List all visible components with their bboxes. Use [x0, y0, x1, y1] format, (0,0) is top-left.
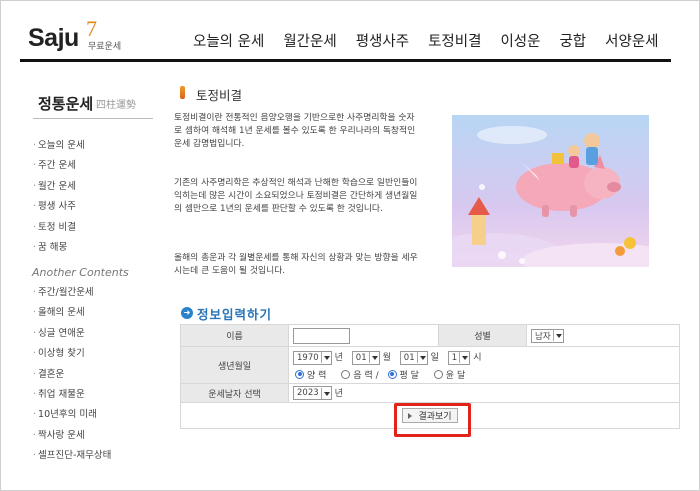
header-divider [20, 59, 671, 62]
solar-radio[interactable] [295, 369, 304, 379]
fortune-year-select[interactable]: 2023 [293, 386, 332, 401]
birth-year-value: 1970 [297, 352, 319, 363]
day-unit: 일 [430, 353, 439, 363]
nav-item-romance[interactable]: 이성운 [500, 30, 540, 51]
sidebar-item-single-love[interactable]: 싱글 연애운 [33, 324, 173, 344]
name-input[interactable] [293, 327, 350, 344]
sidebar-section-title: Another Contents [32, 266, 129, 279]
sidebar-divider [33, 118, 153, 119]
gender-select-value: 남자 [535, 331, 551, 342]
month-unit: 월 [382, 353, 391, 363]
chevron-down-icon [552, 330, 562, 341]
sidebar-item-career-wealth[interactable]: 취업 재물운 [33, 385, 173, 405]
birth-month-value: 01 [355, 352, 367, 363]
birth-hour-value: 1 [451, 352, 458, 363]
chevron-down-icon [368, 352, 378, 363]
nav-item-today[interactable]: 오늘의 운세 [193, 30, 264, 51]
sidebar-menu: 오늘의 운세 주간 운세 월간 운세 평생 사주 토정 비결 꿈 해몽 [33, 136, 163, 258]
intro-paragraph-3: 올해의 총운과 각 월별운세를 통해 자신의 상황과 맞는 방향을 세우시는데 … [174, 253, 418, 276]
sidebar-title: 정통운세 [38, 95, 94, 113]
sidebar-item-ideal-type[interactable]: 이상형 찾기 [33, 344, 173, 364]
solar-label: 양 력 [307, 370, 327, 381]
fortune-year-unit: 년 [334, 388, 343, 399]
lunar-radio[interactable] [341, 369, 351, 379]
main-nav: 오늘의 운세 월간운세 평생사주 토정비결 이성운 궁합 서양운세 [193, 30, 678, 51]
sidebar-item-today[interactable]: 오늘의 운세 [33, 136, 163, 156]
birth-hour-select[interactable]: 1 [447, 350, 471, 365]
lunar-label: 음 력 / [353, 370, 379, 381]
flying-pig-illustration [452, 115, 649, 267]
gender-label: 성별 [438, 324, 527, 347]
logo-subtitle: 무료운세 [88, 42, 122, 52]
nav-item-monthly[interactable]: 월간운세 [283, 30, 336, 51]
form-title-arrow-icon: ➜ [181, 307, 193, 319]
gender-select[interactable]: 남자 [531, 328, 564, 343]
sidebar-item-ten-years[interactable]: 10년후의 미래 [33, 405, 173, 425]
nav-item-lifetime[interactable]: 평생사주 [356, 30, 409, 51]
nav-item-compatibility[interactable]: 궁합 [559, 30, 586, 51]
sidebar-item-crush[interactable]: 짝사랑 운세 [33, 426, 173, 446]
sidebar-item-self-check[interactable]: 셀프진단-재무상태 [33, 446, 173, 466]
sidebar-item-tojeong[interactable]: 토정 비결 [33, 218, 163, 238]
form-title: 정보입력하기 [197, 307, 273, 322]
fortune-year-label: 운세날자 선택 [180, 383, 289, 403]
year-unit: 년 [334, 353, 343, 363]
birth-label: 생년월일 [180, 346, 289, 384]
nav-item-tojeong[interactable]: 토정비결 [428, 30, 481, 51]
chevron-down-icon [416, 352, 426, 363]
chevron-down-icon [459, 352, 469, 363]
birth-month-select[interactable]: 01 [351, 350, 380, 365]
nav-item-western[interactable]: 서양운세 [605, 30, 658, 51]
birth-day-select[interactable]: 01 [399, 350, 428, 365]
intro-paragraph-2: 기존의 사주명리학은 추상적인 해석과 난해한 학습으로 일반인들이 익히는데 … [174, 178, 418, 214]
sidebar-item-monthly[interactable]: 월간 운세 [33, 177, 163, 197]
fortune-year-value: 2023 [297, 388, 319, 399]
sidebar-item-weekly-monthly[interactable]: 주간/월간운세 [33, 283, 173, 303]
name-label: 이름 [180, 324, 289, 347]
birth-year-select[interactable]: 1970 [293, 350, 332, 365]
leap-month-radio[interactable] [433, 369, 443, 379]
intro-paragraph-1: 토정비결이란 전통적인 음양오행을 기반으로한 사주명리학을 숫자로 셈하여 해… [174, 113, 416, 149]
result-button-highlight [394, 403, 471, 437]
birth-day-value: 01 [403, 352, 415, 363]
chevron-down-icon [320, 352, 330, 363]
hour-unit: 시 [473, 353, 482, 363]
chevron-down-icon [320, 387, 330, 399]
normal-month-label: 평 달 [399, 370, 419, 381]
sidebar-title-sub: 四柱運勢 [96, 100, 136, 111]
sidebar-item-weekly[interactable]: 주간 운세 [33, 156, 163, 176]
leap-month-label: 윤 달 [445, 370, 466, 381]
page-title: 토정비결 [196, 88, 243, 103]
sidebar-item-this-year[interactable]: 올해의 운세 [33, 303, 173, 323]
sidebar-item-lifetime[interactable]: 평생 사주 [33, 197, 163, 217]
sidebar-item-dream[interactable]: 꿈 해몽 [33, 238, 163, 258]
sidebar-item-marriage[interactable]: 결혼운 [33, 365, 173, 385]
sidebar-menu-other: 주간/월간운세 올해의 운세 싱글 연애운 이상형 찾기 결혼운 취업 재물운 … [33, 283, 173, 467]
normal-month-radio[interactable] [387, 369, 397, 379]
logo-text: Saju [28, 24, 79, 52]
title-marker-icon [180, 86, 185, 99]
